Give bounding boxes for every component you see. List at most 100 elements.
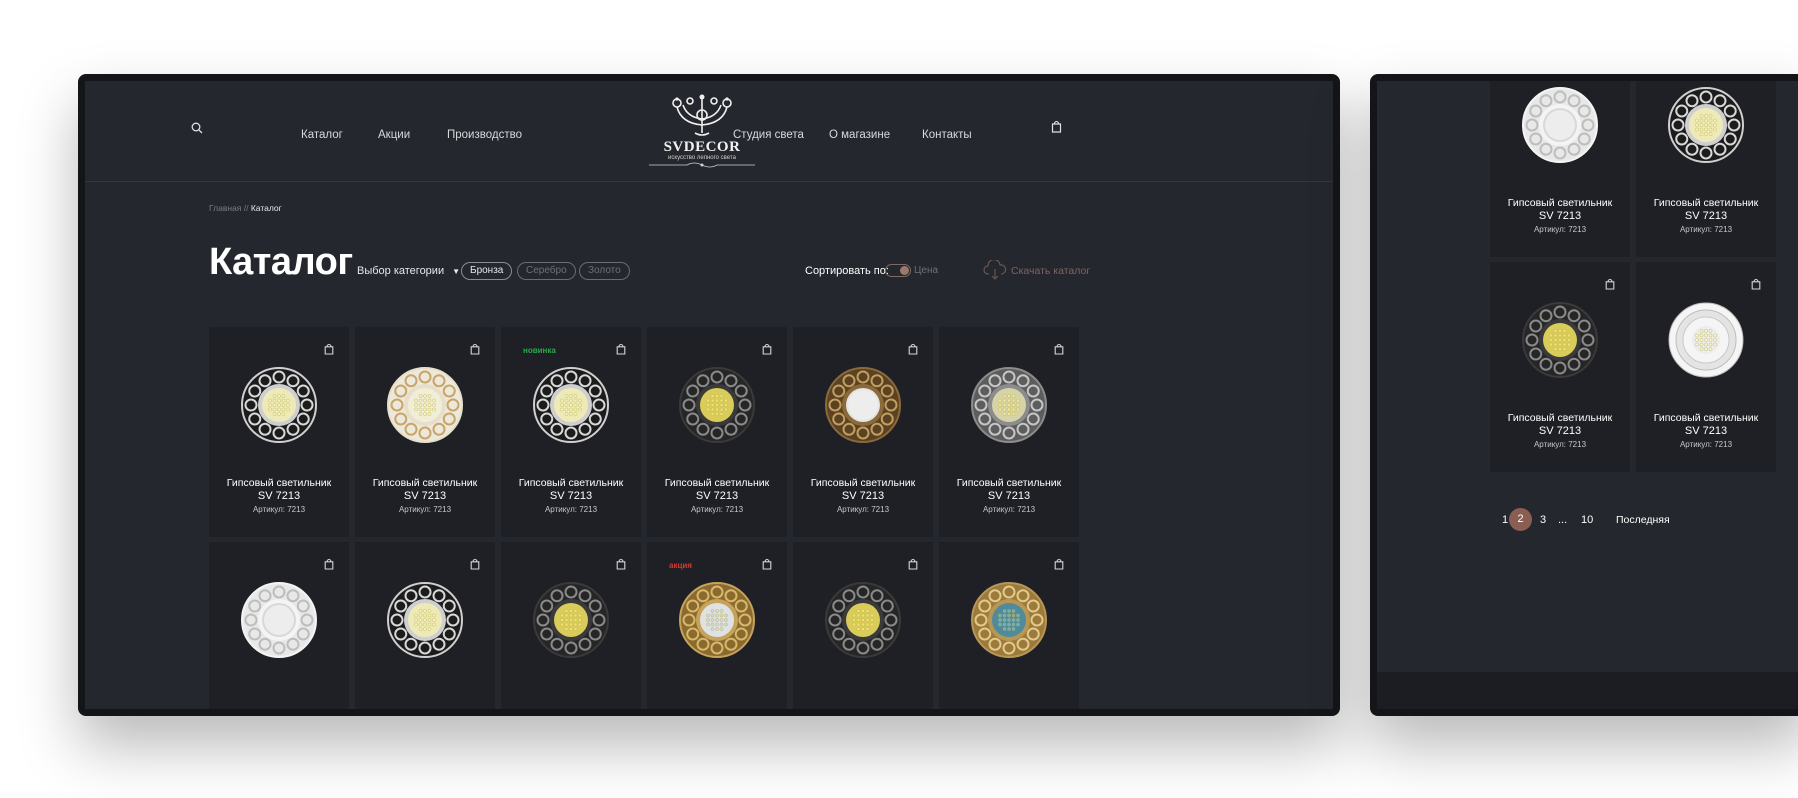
- product-sku: SV 7213: [403, 490, 447, 502]
- product-sku: SV 7213: [257, 490, 301, 502]
- download-catalog-link[interactable]: Скачать каталог: [1011, 265, 1090, 277]
- product-image[interactable]: [971, 367, 1047, 443]
- product-card[interactable]: Гипсовый светильник SV 7213 Артикул: 7213: [355, 327, 495, 537]
- chip-gold[interactable]: Золото: [579, 262, 630, 280]
- bag-icon[interactable]: [908, 557, 918, 575]
- bag-icon[interactable]: [616, 342, 626, 360]
- product-card[interactable]: [793, 542, 933, 709]
- bag-icon[interactable]: [762, 342, 772, 360]
- product-card[interactable]: новинка Гипсовый светильник SV 7213 Артикул…: [501, 327, 641, 537]
- bag-icon[interactable]: [1751, 277, 1761, 295]
- bag-icon[interactable]: [762, 557, 772, 575]
- product-image[interactable]: [1668, 87, 1744, 163]
- breadcrumb-home[interactable]: Главная: [209, 203, 241, 213]
- product-image[interactable]: [1668, 302, 1744, 378]
- breadcrumb: Главная // Каталог: [209, 203, 282, 213]
- product-sku: SV 7213: [1684, 425, 1728, 437]
- product-name: Гипсовый светильник: [1507, 197, 1613, 209]
- bag-icon[interactable]: [470, 557, 480, 575]
- product-image[interactable]: [533, 582, 609, 658]
- product-image[interactable]: [1522, 87, 1598, 163]
- new-badge: новинка: [523, 346, 556, 355]
- product-name: Гипсовый светильник: [1653, 197, 1759, 209]
- nav-production[interactable]: Производство: [447, 129, 522, 141]
- product-image[interactable]: [825, 582, 901, 658]
- nav-contacts[interactable]: Контакты: [922, 129, 972, 141]
- sort-toggle[interactable]: [885, 264, 911, 277]
- product-image[interactable]: [825, 367, 901, 443]
- bag-icon[interactable]: [1054, 557, 1064, 575]
- product-card[interactable]: [355, 542, 495, 709]
- product-image[interactable]: [241, 582, 317, 658]
- page-ellipsis: ...: [1558, 514, 1568, 526]
- chip-bronze[interactable]: Бронза: [461, 262, 513, 280]
- product-image[interactable]: [241, 367, 317, 443]
- product-article: Артикул: 7213: [1533, 440, 1587, 449]
- nav-promotions[interactable]: Акции: [378, 129, 410, 141]
- product-card[interactable]: Гипсовый светильник SV 7213 Артикул: 7213: [209, 327, 349, 537]
- product-image[interactable]: [679, 582, 755, 658]
- sort-label: Сортировать по:: [805, 265, 889, 277]
- product-card[interactable]: Гипсовый светильник SV 7213 Артикул: 7213: [647, 327, 787, 537]
- product-sku: SV 7213: [1684, 210, 1728, 222]
- product-image[interactable]: [533, 367, 609, 443]
- product-article: Артикул: 7213: [1533, 225, 1587, 234]
- search-icon[interactable]: [191, 121, 203, 139]
- bag-icon[interactable]: [1054, 342, 1064, 360]
- product-image[interactable]: [387, 367, 463, 443]
- product-sku: SV 7213: [987, 490, 1031, 502]
- product-card[interactable]: Гипсовый светильник SV 7213 Артикул: 7213: [1636, 262, 1776, 472]
- product-article: Артикул: 7213: [836, 505, 890, 514]
- page-link-last[interactable]: Последняя: [1616, 514, 1670, 526]
- footer-bar: [1377, 672, 1798, 709]
- product-article: Артикул: 7213: [398, 505, 452, 514]
- page-link-3[interactable]: 3: [1540, 514, 1546, 526]
- breadcrumb-current: Каталог: [250, 203, 282, 213]
- product-image[interactable]: [1522, 302, 1598, 378]
- bag-icon[interactable]: [616, 557, 626, 575]
- chip-silver[interactable]: Серебро: [517, 262, 576, 280]
- page-link-current[interactable]: 2: [1509, 508, 1532, 531]
- product-card[interactable]: Гипсовый светильник SV 7213 Артикул: 7213: [1490, 81, 1630, 257]
- sort-value: Цена: [914, 265, 939, 276]
- product-image[interactable]: [387, 582, 463, 658]
- page-link-10[interactable]: 10: [1581, 514, 1593, 526]
- nav-about-store[interactable]: О магазине: [829, 129, 890, 141]
- product-sku: SV 7213: [695, 490, 739, 502]
- page-link-1[interactable]: 1: [1502, 514, 1508, 526]
- download-cloud-icon[interactable]: [983, 258, 1007, 285]
- product-card[interactable]: Гипсовый светильник SV 7213 Артикул: 7213: [1490, 262, 1630, 472]
- product-sku: SV 7213: [1538, 425, 1582, 437]
- product-card[interactable]: [939, 542, 1079, 709]
- page-title: Каталог: [209, 241, 353, 283]
- bag-icon[interactable]: [324, 342, 334, 360]
- product-card[interactable]: [209, 542, 349, 709]
- product-sku: SV 7213: [1538, 210, 1582, 222]
- main-window: Каталог Акции Производство SVDECOR искус…: [78, 74, 1340, 716]
- category-select-label: Выбор категории: [357, 265, 445, 277]
- site-header: Каталог Акции Производство SVDECOR искус…: [85, 81, 1333, 182]
- product-name: Гипсовый светильник: [664, 477, 770, 489]
- product-sku: SV 7213: [841, 490, 885, 502]
- product-article: Артикул: 7213: [1679, 440, 1733, 449]
- product-card[interactable]: Гипсовый светильник SV 7213 Артикул: 7213: [793, 327, 933, 537]
- cart-icon[interactable]: [1051, 120, 1062, 138]
- bag-icon[interactable]: [1605, 277, 1615, 295]
- nav-catalog[interactable]: Каталог: [301, 129, 343, 141]
- product-card[interactable]: Гипсовый светильник SV 7213 Артикул: 7213: [939, 327, 1079, 537]
- bag-icon[interactable]: [908, 342, 918, 360]
- nav-light-studio[interactable]: Студия света: [733, 129, 804, 141]
- product-name: Гипсовый светильник: [226, 477, 332, 489]
- product-card[interactable]: [501, 542, 641, 709]
- product-card[interactable]: акция: [647, 542, 787, 709]
- category-select[interactable]: Выбор категории ▼: [357, 265, 460, 277]
- bag-icon[interactable]: [470, 342, 480, 360]
- product-image[interactable]: [679, 367, 755, 443]
- chevron-down-icon: ▼: [452, 267, 461, 276]
- secondary-window: Гипсовый светильник SV 7213 Артикул: 7213 Г…: [1370, 74, 1798, 716]
- product-card[interactable]: Гипсовый светильник SV 7213 Артикул: 7213: [1636, 81, 1776, 257]
- catalog-screen: Каталог Акции Производство SVDECOR искус…: [85, 81, 1333, 709]
- product-image[interactable]: [971, 582, 1047, 658]
- breadcrumb-separator: //: [243, 203, 249, 213]
- bag-icon[interactable]: [324, 557, 334, 575]
